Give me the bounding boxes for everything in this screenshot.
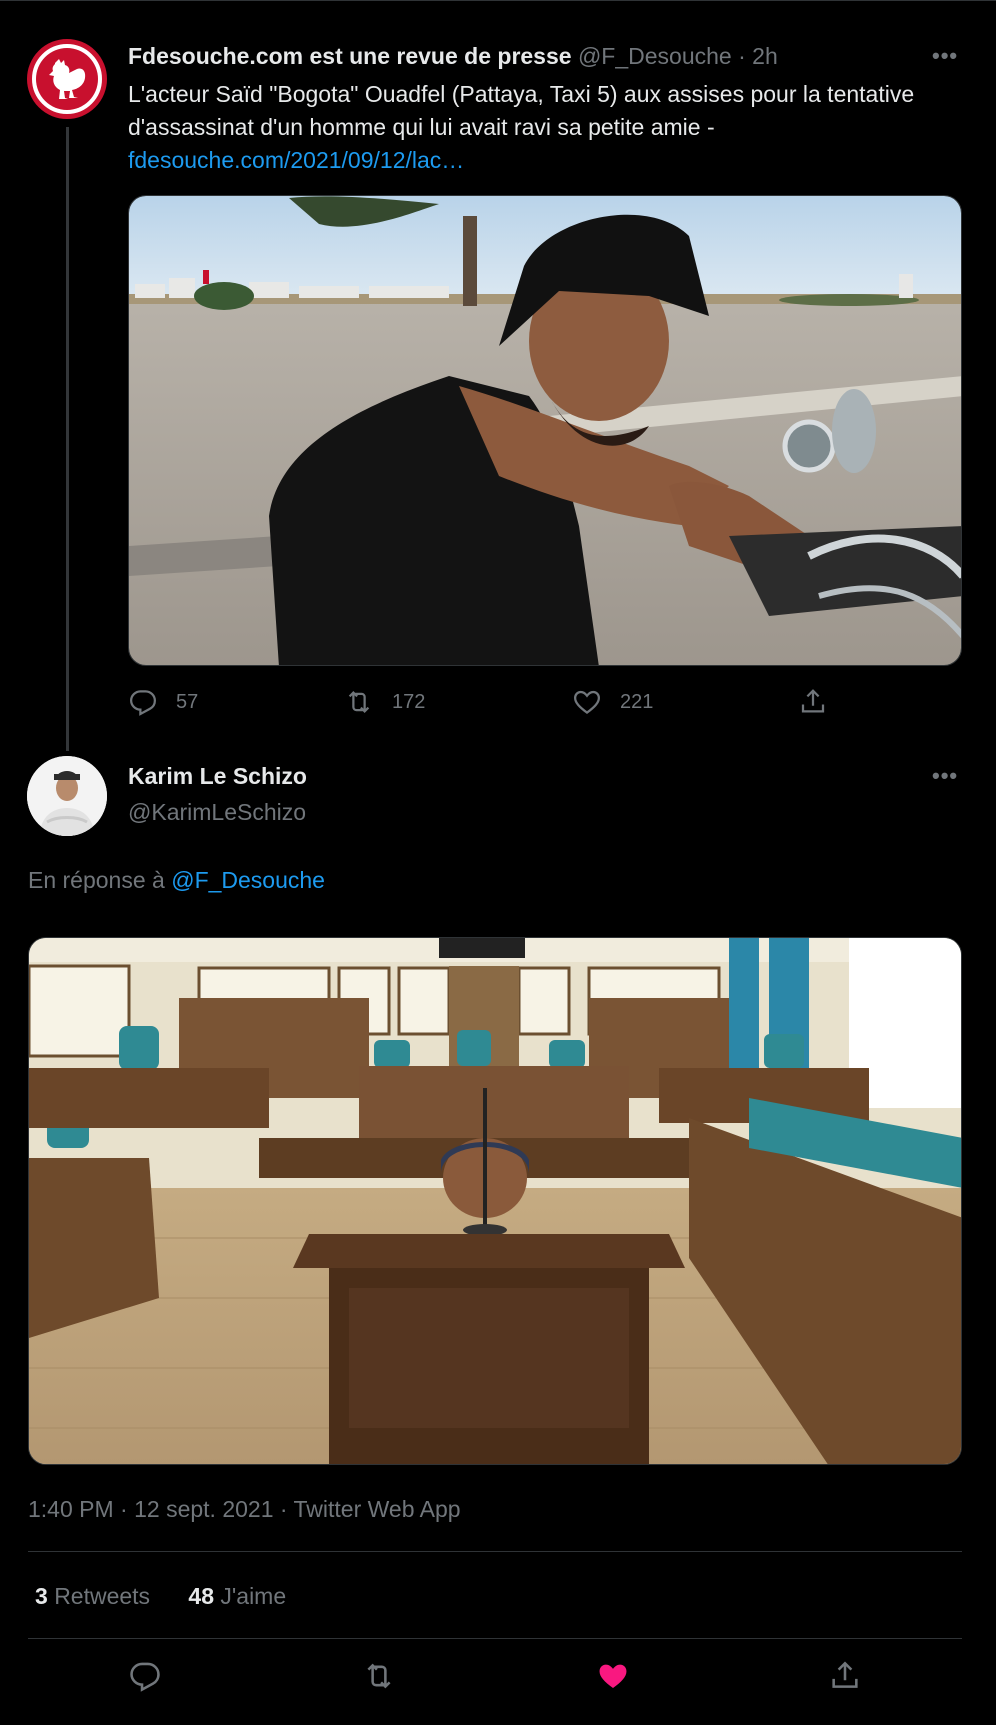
tweet2-retweet-button[interactable] [362,1659,396,1698]
tweet2-timestamp[interactable]: 1:40 PM · 12 sept. 2021 · Twitter Web Ap… [28,1496,461,1523]
reply-context: En réponse à @F_Desouche [28,867,325,894]
retweet-icon [367,1663,391,1689]
heart-icon [599,1664,627,1689]
tweet1-handle[interactable]: @F_Desouche [578,43,732,69]
tweet1-retweet-count: 172 [392,690,426,713]
tweet1-retweet-button[interactable]: 172 [344,687,425,717]
tweet1-header: Fdesouche.com est une revue de presse @F… [128,43,778,70]
retweet-count: 3 [35,1583,48,1609]
timeline-frame: Fdesouche.com est une revue de presse @F… [0,0,996,1725]
tweet2-like-button[interactable] [596,1659,630,1698]
share-icon [801,689,825,713]
like-count: 48 [188,1583,214,1609]
reply-prefix: En réponse à [28,867,165,893]
tweet2-author-name[interactable]: Karim Le Schizo [128,763,307,790]
tweet1-share-button[interactable] [798,687,846,717]
tweet1-like-button[interactable]: 221 [572,687,653,717]
profile-photo [27,756,107,836]
rooster-icon [49,59,86,99]
tweet2-handle[interactable]: @KarimLeSchizo [128,799,306,826]
retweet-label: Retweets [54,1583,151,1609]
tweet1-text: L'acteur Saïd "Bogota" Ouadfel (Pattaya,… [128,81,915,140]
tweet2-more-button[interactable]: ••• [932,763,958,789]
tweet1-photo[interactable] [128,195,962,666]
like-stat[interactable]: 48 J'aime [188,1583,286,1609]
rooster-logo [36,48,98,110]
divider-top [28,1551,962,1552]
retweet-icon [348,691,370,713]
reply-to-handle[interactable]: @F_Desouche [171,867,325,893]
tweet1-more-button[interactable]: ••• [932,43,958,69]
tweet1-author-name[interactable]: Fdesouche.com est une revue de presse [128,43,572,69]
divider-bottom [28,1638,962,1639]
courtroom-image [29,938,961,1464]
reply-icon [129,690,157,716]
tweet1-body: L'acteur Saïd "Bogota" Ouadfel (Pattaya,… [128,78,968,177]
share-icon [832,1661,858,1688]
man-on-motorbike-image [129,196,961,665]
retweet-stat[interactable]: 3 Retweets [35,1583,156,1609]
tweet2-actions [0,1659,996,1699]
tweet2-photo[interactable] [28,937,962,1465]
thread-connector-line [66,127,69,751]
avatar-fdesouche[interactable] [27,39,107,119]
tweet1-like-count: 221 [620,690,654,713]
like-label: J'aime [220,1583,287,1609]
avatar-karimleschizo[interactable] [27,756,107,836]
tweet1-reply-count: 57 [176,690,199,713]
tweet2-reply-button[interactable] [128,1659,162,1698]
tweet2-stats: 3 Retweets 48 J'aime [35,1583,286,1610]
tweet1-link[interactable]: fdesouche.com/2021/09/12/lac… [128,147,464,173]
tweet1-reply-button[interactable]: 57 [128,687,198,717]
tweet2-share-button[interactable] [828,1659,862,1698]
tweet1-time[interactable]: · 2h [738,43,778,69]
tweet1-actions: 57 172 221 [128,687,828,719]
heart-icon [573,690,601,715]
reply-icon [130,1662,160,1692]
